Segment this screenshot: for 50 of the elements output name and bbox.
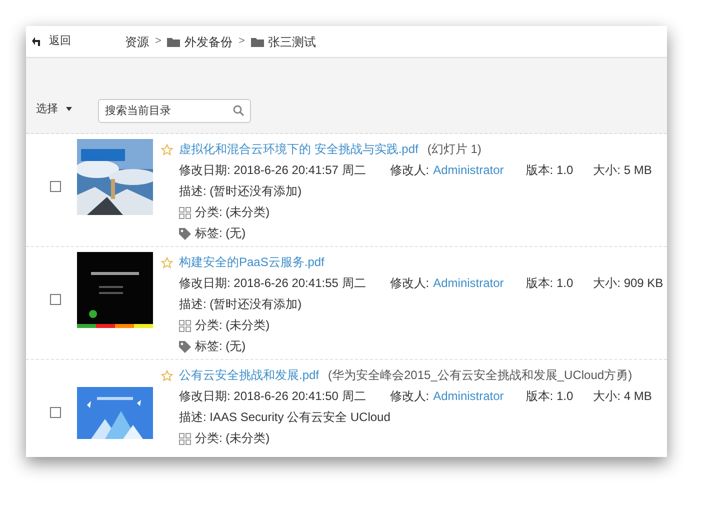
breadcrumb-link[interactable]: 资源 bbox=[125, 32, 149, 50]
version-text: 版本: 1.0 bbox=[526, 275, 574, 292]
tags-text: 标签: (无) bbox=[195, 225, 246, 242]
search-field[interactable]: 搜索当前目录 bbox=[98, 99, 251, 123]
description-text: 描述: (暂时还没有添加) bbox=[179, 297, 302, 311]
grid-icon bbox=[179, 206, 191, 218]
modifier-label: 修改人: bbox=[390, 275, 430, 292]
size-text: 大小: 909 KB bbox=[593, 275, 664, 292]
modifier-link[interactable]: Administrator bbox=[433, 386, 504, 407]
select-dropdown[interactable]: 选择 bbox=[36, 100, 72, 117]
back-arrow-icon bbox=[32, 37, 41, 46]
modified-date: 修改日期: 2018-6-26 20:41:55 周二 bbox=[179, 275, 366, 292]
tags-text: 标签: (无) bbox=[195, 338, 246, 355]
checkbox[interactable] bbox=[50, 181, 61, 192]
file-title-link[interactable]: 构建安全的PaaS云服务.pdf bbox=[179, 252, 324, 273]
file-note: (华为安全峰会2015_公有云安全挑战和发展_UCloud方勇) bbox=[328, 367, 632, 384]
back-button[interactable]: 返回 bbox=[32, 33, 77, 50]
star-icon[interactable] bbox=[161, 256, 173, 268]
size-text: 大小: 5 MB bbox=[593, 162, 652, 179]
star-icon[interactable] bbox=[161, 370, 173, 382]
tag-icon bbox=[179, 228, 191, 240]
description-text: 描述: IAAS Security 公有云安全 UCloud bbox=[179, 410, 390, 424]
star-icon[interactable] bbox=[161, 144, 173, 156]
file-note: (幻灯片 1) bbox=[427, 141, 482, 158]
version-text: 版本: 1.0 bbox=[526, 162, 574, 179]
modifier-label: 修改人: bbox=[390, 162, 430, 179]
modifier-link[interactable]: Administrator bbox=[433, 273, 504, 294]
grid-icon bbox=[179, 320, 191, 332]
modified-date: 修改日期: 2018-6-26 20:41:57 周二 bbox=[179, 162, 366, 179]
breadcrumb-link[interactable]: 张三测试 bbox=[268, 32, 316, 50]
description-text: 描述: (暂时还没有添加) bbox=[179, 184, 302, 198]
checkbox[interactable] bbox=[50, 294, 61, 305]
breadcrumb-separator: > bbox=[155, 34, 162, 50]
caret-icon bbox=[66, 106, 72, 111]
checkbox[interactable] bbox=[50, 407, 61, 418]
size-text: 大小: 4 MB bbox=[593, 388, 652, 405]
category-text: 分类: (未分类) bbox=[195, 204, 270, 221]
search-icon bbox=[233, 105, 244, 116]
file-title-link[interactable]: 公有云安全挑战和发展.pdf bbox=[179, 365, 320, 386]
modified-date: 修改日期: 2018-6-26 20:41:50 周二 bbox=[179, 388, 366, 405]
breadcrumb-link[interactable]: 外发备份 bbox=[184, 32, 232, 50]
tag-icon bbox=[179, 340, 191, 352]
category-text: 分类: (未分类) bbox=[195, 430, 270, 447]
modifier-label: 修改人: bbox=[390, 388, 430, 405]
version-text: 版本: 1.0 bbox=[526, 388, 574, 405]
modifier-link[interactable]: Administrator bbox=[433, 160, 504, 181]
file-title-link[interactable]: 虚拟化和混合云环境下的 安全挑战与实践.pdf bbox=[179, 139, 418, 160]
breadcrumb-separator: > bbox=[238, 34, 245, 50]
grid-icon bbox=[179, 432, 191, 444]
category-text: 分类: (未分类) bbox=[195, 317, 270, 334]
